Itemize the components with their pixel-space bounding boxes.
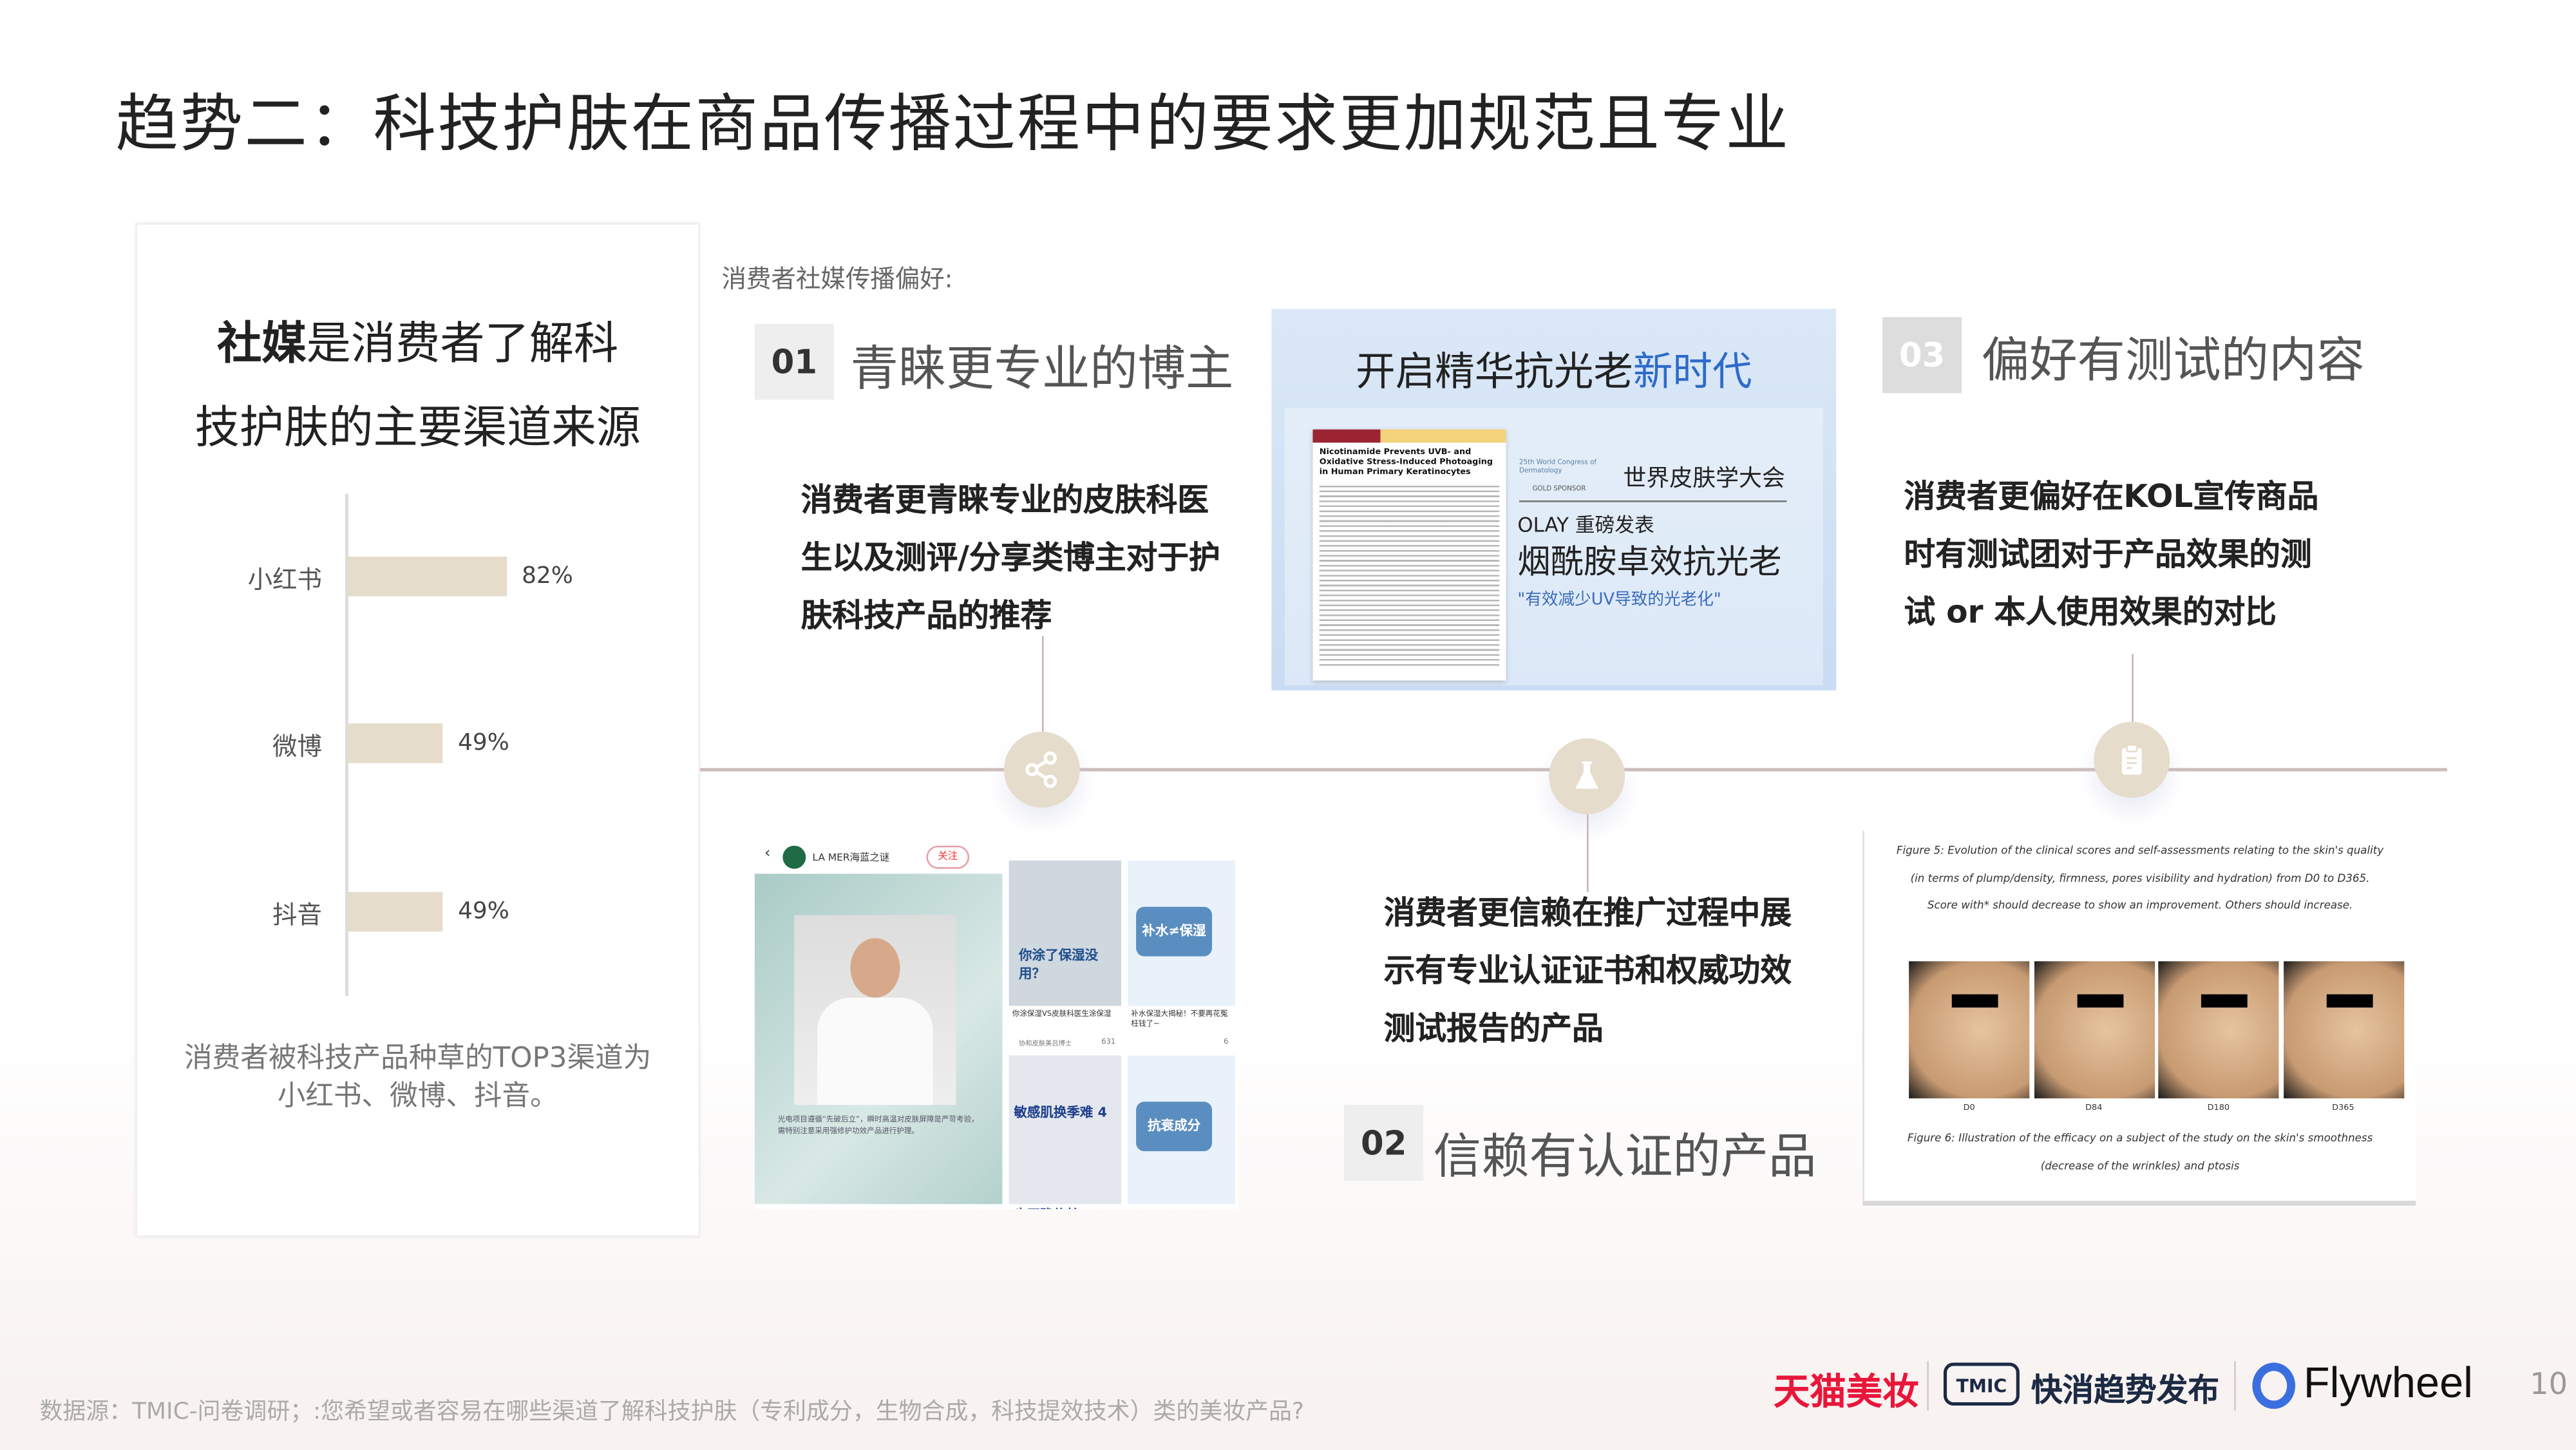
bar-value-label: 49% — [458, 730, 509, 757]
olay-ad-image: 开启精华抗光老新时代 Nicotinamide Prevents UVB- an… — [1271, 309, 1837, 691]
congress-sponsor: GOLD SPONSOR — [1532, 484, 1586, 493]
tile-title: 敏感肌换季难 4步正确修护 — [1014, 1105, 1107, 1209]
video-tile: 补水≠保湿 — [1128, 860, 1235, 1006]
section-title-03: 偏好有测试的内容 — [1981, 332, 2365, 388]
day-label: D0 — [1963, 1103, 1975, 1114]
body-line: 试 or 本人使用效果的对比 — [1904, 595, 2277, 631]
connector-line — [2132, 654, 2134, 722]
card-heading-rest: 是消费者了解科 — [306, 318, 619, 370]
tile-caption: 你涂保湿VS皮肤科医生涂保湿 — [1012, 1011, 1112, 1020]
card-heading-line2: 技护肤的主要渠道来源 — [194, 403, 641, 455]
connector-line — [1041, 636, 1044, 732]
product-line: 烟酰胺卓效抗光老 — [1517, 542, 1782, 582]
body-line: 消费者更偏好在KOL宣传商品 — [1904, 479, 2319, 515]
ad-quote: "有效减少UV导致的光老化" — [1517, 591, 1721, 610]
ad-headline: 开启精华抗光老新时代 — [1271, 339, 1836, 397]
tile-title: 抗衰成分 — [1136, 1102, 1213, 1152]
channel-card: 社媒是消费者了解科 技护肤的主要渠道来源 小红书 82% 微博 49% 抖音 49% 消费… — [135, 223, 701, 1237]
ad-panel: Nicotinamide Prevents UVB- and Oxidative… — [1284, 408, 1823, 686]
body-line: 测试报告的产品 — [1383, 1011, 1604, 1047]
body-line: 肤科技产品的推荐 — [800, 598, 1052, 634]
figure5-caption: Score with* should decrease to show an i… — [1927, 898, 2353, 912]
post-quote: 光电项目遵循“先破后立”，瞬时高温对皮肤屏障是严苛考验，需特别注意采用强修护功效… — [777, 1116, 979, 1137]
connector-line — [1587, 814, 1589, 892]
caption-line1: 消费者被科技产品种草的TOP3渠道为 — [184, 1042, 652, 1076]
figure5-caption: Figure 5: Evolution of the clinical scor… — [1896, 844, 2384, 857]
face-photo — [2282, 961, 2404, 1099]
preference-label: 消费者社媒传播偏好: — [721, 264, 953, 294]
caption-line2: 小红书、微博、抖音。 — [277, 1080, 558, 1114]
flask-icon — [1549, 738, 1625, 815]
bar-label: 微博 — [272, 731, 322, 762]
section-title-01: 青睐更专业的博主 — [850, 340, 1234, 397]
body-line: 消费者更信赖在推广过程中展 — [1383, 895, 1792, 932]
like-count: 631 — [1101, 1038, 1116, 1047]
card-caption: 消费者被科技产品种草的TOP3渠道为 小红书、微博、抖音。 — [137, 1040, 699, 1116]
figure5-caption: (in terms of plump/density, firmness, po… — [1910, 872, 2370, 886]
data-source: 数据源：TMIC-问卷调研；:您希望或者容易在哪些渠道了解科技护肤（专利成分，生… — [39, 1398, 1304, 1426]
bar — [348, 723, 444, 763]
research-paper: Nicotinamide Prevents UVB- and Oxidative… — [1312, 429, 1506, 681]
like-count: 6 — [1223, 1038, 1229, 1047]
brand-line: OLAY 重磅发表 — [1517, 513, 1654, 537]
follow-button: 关注 — [926, 845, 970, 869]
slide: 趋势二：科技护肤在商品传播过程中的要求更加规范且专业 社媒是消费者了解科 技护肤… — [0, 0, 2576, 1450]
section-number-02: 02 — [1344, 1105, 1424, 1181]
body-line: 生以及测评/分享类博主对于护 — [800, 540, 1220, 577]
congress-logo-text: 25th World Congress of Dermatology — [1519, 457, 1597, 474]
section-body-02: 消费者更信赖在推广过程中展 示有专业认证证书和权威功效 测试报告的产品 — [1384, 885, 1792, 1058]
congress-name: 世界皮肤学大会 — [1623, 466, 1785, 493]
ad-headline-main: 开启精华抗光老 — [1356, 348, 1633, 395]
tmic-logo: TMIC — [1943, 1362, 2020, 1406]
card-heading-bold: 社媒 — [217, 318, 307, 370]
day-label: D365 — [2332, 1103, 2354, 1114]
tmic-logo-text: 快消趋势发布 — [2031, 1372, 2220, 1409]
divider — [1927, 1360, 1929, 1411]
section-body-03: 消费者更偏好在KOL宣传商品 时有测试团对于产品效果的测 试 or 本人使用效果… — [1904, 469, 2318, 642]
tile-title: 你涂了保湿没用？ — [1019, 948, 1099, 982]
body-line: 示有专业认证证书和权威功效 — [1383, 953, 1792, 989]
bar-label: 小红书 — [247, 564, 322, 595]
bar-value-label: 82% — [522, 563, 573, 590]
section-number-01: 01 — [754, 323, 834, 400]
card-heading-line1: 社媒是消费者了解科 — [137, 307, 699, 372]
day-label: D180 — [2207, 1103, 2230, 1114]
social-post-image: ‹ LA MER海蓝之谜 关注 光电项目遵循“先破后立”，瞬时高温对皮肤屏障是严… — [754, 830, 1239, 1209]
paper-title: Nicotinamide Prevents UVB- and Oxidative… — [1319, 447, 1493, 478]
section-number-03: 03 — [1882, 317, 1962, 394]
page-number: 10 — [2530, 1368, 2568, 1402]
section-body-01: 消费者更青睐专业的皮肤科医 生以及测评/分享类博主对于护 肤科技产品的推荐 — [801, 472, 1220, 645]
clinical-figure-image: Figure 5: Evolution of the clinical scor… — [1862, 830, 2416, 1206]
tile-caption: 补水保湿大揭秘！不要再花冤枉钱了~ — [1131, 1011, 1228, 1029]
bar — [348, 892, 444, 932]
figure6-caption: (decrease of the wrinkles) and ptosis — [2040, 1159, 2240, 1173]
bar-value-label: 49% — [458, 898, 509, 925]
back-icon: ‹ — [764, 845, 771, 863]
author-name: 协和皮肤美吕博士 — [1019, 1038, 1072, 1047]
doctor-post: 光电项目遵循“先破后立”，瞬时高温对皮肤屏障是严苛考验，需特别注意采用强修护功效… — [754, 873, 1003, 1205]
section-title-02: 信赖有认证的产品 — [1433, 1128, 1817, 1185]
clipboard-icon — [2094, 721, 2170, 798]
body-line: 消费者更青睐专业的皮肤科医 — [800, 482, 1209, 519]
tile-title: 补水≠保湿 — [1136, 906, 1213, 957]
body-line: 时有测试团对于产品效果的测 — [1904, 537, 2312, 573]
video-tile: 敏感肌换季难 4步正确修护 — [1009, 1055, 1122, 1209]
figure6-caption: Figure 6: Illustration of the efficacy o… — [1907, 1131, 2373, 1145]
page-title: 趋势二：科技护肤在商品传播过程中的要求更加规范且专业 — [115, 87, 1790, 160]
flywheel-logo: Flywheel — [2303, 1357, 2473, 1407]
face-photo — [2033, 961, 2154, 1099]
share-icon — [1003, 731, 1080, 808]
video-tile: 你涂了保湿没用？ — [1009, 860, 1122, 1006]
bar — [348, 557, 507, 596]
flywheel-icon — [2252, 1362, 2296, 1409]
face-photo — [1909, 961, 2030, 1099]
account-name: LA MER海蓝之谜 — [812, 852, 890, 864]
tmall-beauty-logo: 天猫美妆 — [1773, 1372, 1919, 1414]
video-tile: 抗衰成分 — [1128, 1055, 1235, 1205]
bar-label: 抖音 — [272, 900, 322, 930]
face-photo — [2158, 961, 2279, 1099]
ad-headline-accent: 新时代 — [1633, 348, 1752, 395]
day-label: D84 — [2085, 1103, 2103, 1114]
divider — [2234, 1360, 2236, 1411]
